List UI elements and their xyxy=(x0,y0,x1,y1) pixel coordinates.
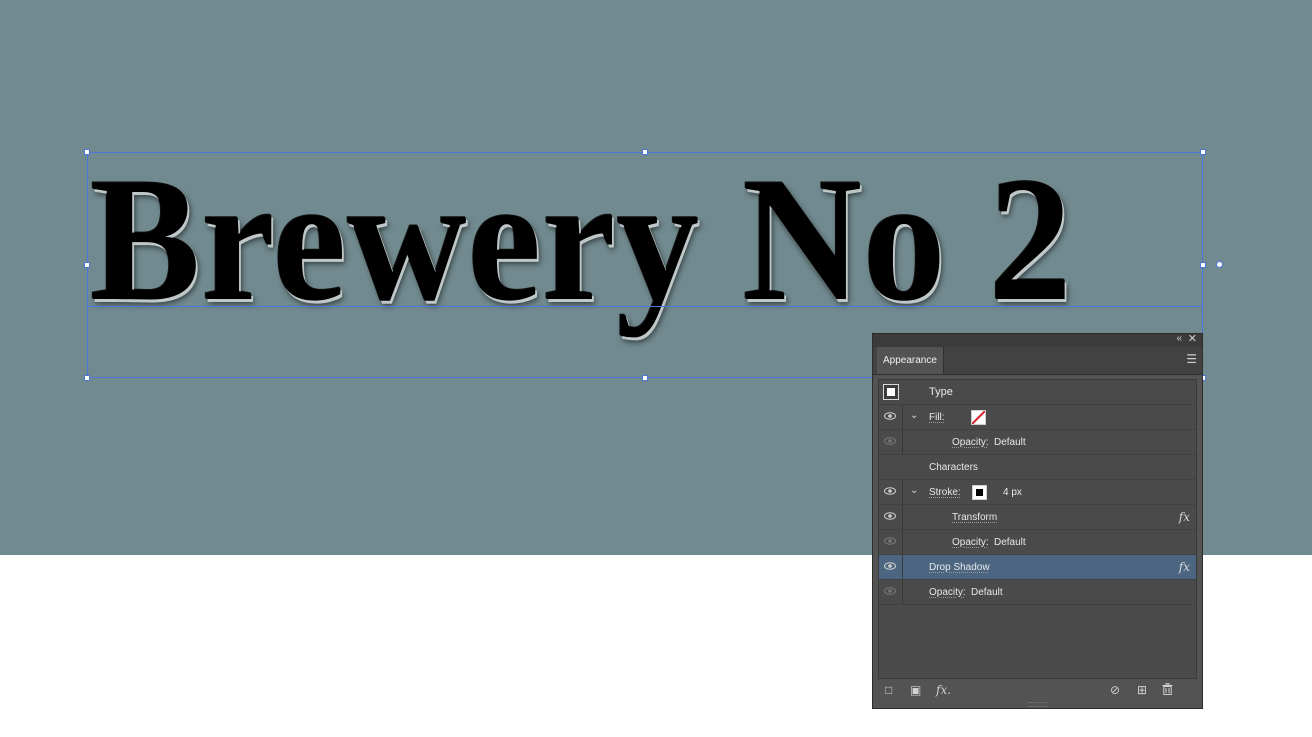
row-fill-opacity[interactable]: Opacity: Default xyxy=(879,430,1196,455)
appearance-panel: « ✕ Appearance ☰ Type ⌄ Fill: Opacity: D… xyxy=(872,333,1203,709)
handle-bottom-left[interactable] xyxy=(84,375,90,381)
row-fill[interactable]: ⌄ Fill: xyxy=(879,405,1196,430)
handle-top-left[interactable] xyxy=(84,149,90,155)
drop-shadow-effect-label[interactable]: Drop Shadow xyxy=(929,555,990,580)
stroke-label[interactable]: Stroke: xyxy=(929,480,961,505)
panel-title-bar[interactable]: « ✕ xyxy=(873,332,1202,347)
fx-icon[interactable]: fx xyxy=(1179,555,1190,580)
panel-footer-toolbar: □ ▣ fx. ⊘ ⊞ xyxy=(873,681,1202,701)
handle-middle-left[interactable] xyxy=(84,262,90,268)
resize-grip[interactable] xyxy=(1028,702,1048,707)
handle-top-middle[interactable] xyxy=(642,149,648,155)
add-effect-button[interactable]: fx. xyxy=(936,683,951,697)
handle-top-right[interactable] xyxy=(1200,149,1206,155)
characters-label: Characters xyxy=(929,462,978,473)
opacity-value: Default xyxy=(994,537,1026,548)
fx-icon[interactable]: fx xyxy=(1179,505,1190,530)
handle-bottom-middle[interactable] xyxy=(642,375,648,381)
transform-effect-label[interactable]: Transform xyxy=(952,505,997,530)
center-point-handle[interactable] xyxy=(1216,261,1223,268)
square-filled-icon[interactable]: ▣ xyxy=(910,683,921,697)
appearance-list: Type ⌄ Fill: Opacity: Default Characters xyxy=(878,379,1197,679)
eye-icon[interactable] xyxy=(884,587,896,595)
eye-icon[interactable] xyxy=(884,487,896,495)
opacity-value: Default xyxy=(994,437,1026,448)
opacity-value: Default xyxy=(971,587,1003,598)
type-thumbnail-icon xyxy=(883,384,899,400)
fill-none-swatch[interactable] xyxy=(971,410,986,425)
handle-middle-right[interactable] xyxy=(1200,262,1206,268)
opacity-label[interactable]: Opacity: xyxy=(952,530,989,555)
row-drop-shadow[interactable]: Drop Shadow fx xyxy=(879,555,1196,580)
opacity-label[interactable]: Opacity: xyxy=(952,430,989,455)
row-transform[interactable]: Transform fx xyxy=(879,505,1196,530)
plus-square-icon[interactable]: ⊞ xyxy=(1137,683,1147,697)
close-icon[interactable]: ✕ xyxy=(1188,332,1197,345)
row-stroke[interactable]: ⌄ Stroke: 4 px xyxy=(879,480,1196,505)
double-chevron-left-icon[interactable]: « xyxy=(1176,333,1182,344)
row-type[interactable]: Type xyxy=(879,380,1196,405)
tab-appearance[interactable]: Appearance xyxy=(877,347,944,374)
panel-tab-bar: Appearance ☰ xyxy=(873,347,1202,375)
stroke-width-value[interactable]: 4 px xyxy=(1003,480,1022,505)
row-opacity[interactable]: Opacity: Default xyxy=(879,580,1196,605)
no-sign-icon[interactable]: ⊘ xyxy=(1110,683,1120,697)
hamburger-menu-icon[interactable]: ☰ xyxy=(1186,352,1197,366)
opacity-label[interactable]: Opacity: xyxy=(929,580,966,605)
eye-icon[interactable] xyxy=(884,562,896,570)
eye-icon[interactable] xyxy=(884,512,896,520)
row-type-label: Type xyxy=(929,386,953,398)
eye-icon[interactable] xyxy=(884,537,896,545)
chevron-down-icon[interactable]: ⌄ xyxy=(910,410,918,421)
eye-icon[interactable] xyxy=(884,412,896,420)
chevron-down-icon[interactable]: ⌄ xyxy=(910,485,918,496)
fill-label[interactable]: Fill: xyxy=(929,405,945,430)
square-outline-icon[interactable]: □ xyxy=(885,683,892,697)
row-characters[interactable]: Characters xyxy=(879,455,1196,480)
row-stroke-opacity[interactable]: Opacity: Default xyxy=(879,530,1196,555)
text-baseline xyxy=(87,306,1203,307)
trash-icon[interactable] xyxy=(1162,683,1173,698)
eye-icon[interactable] xyxy=(884,437,896,445)
stroke-color-swatch[interactable] xyxy=(972,485,987,500)
